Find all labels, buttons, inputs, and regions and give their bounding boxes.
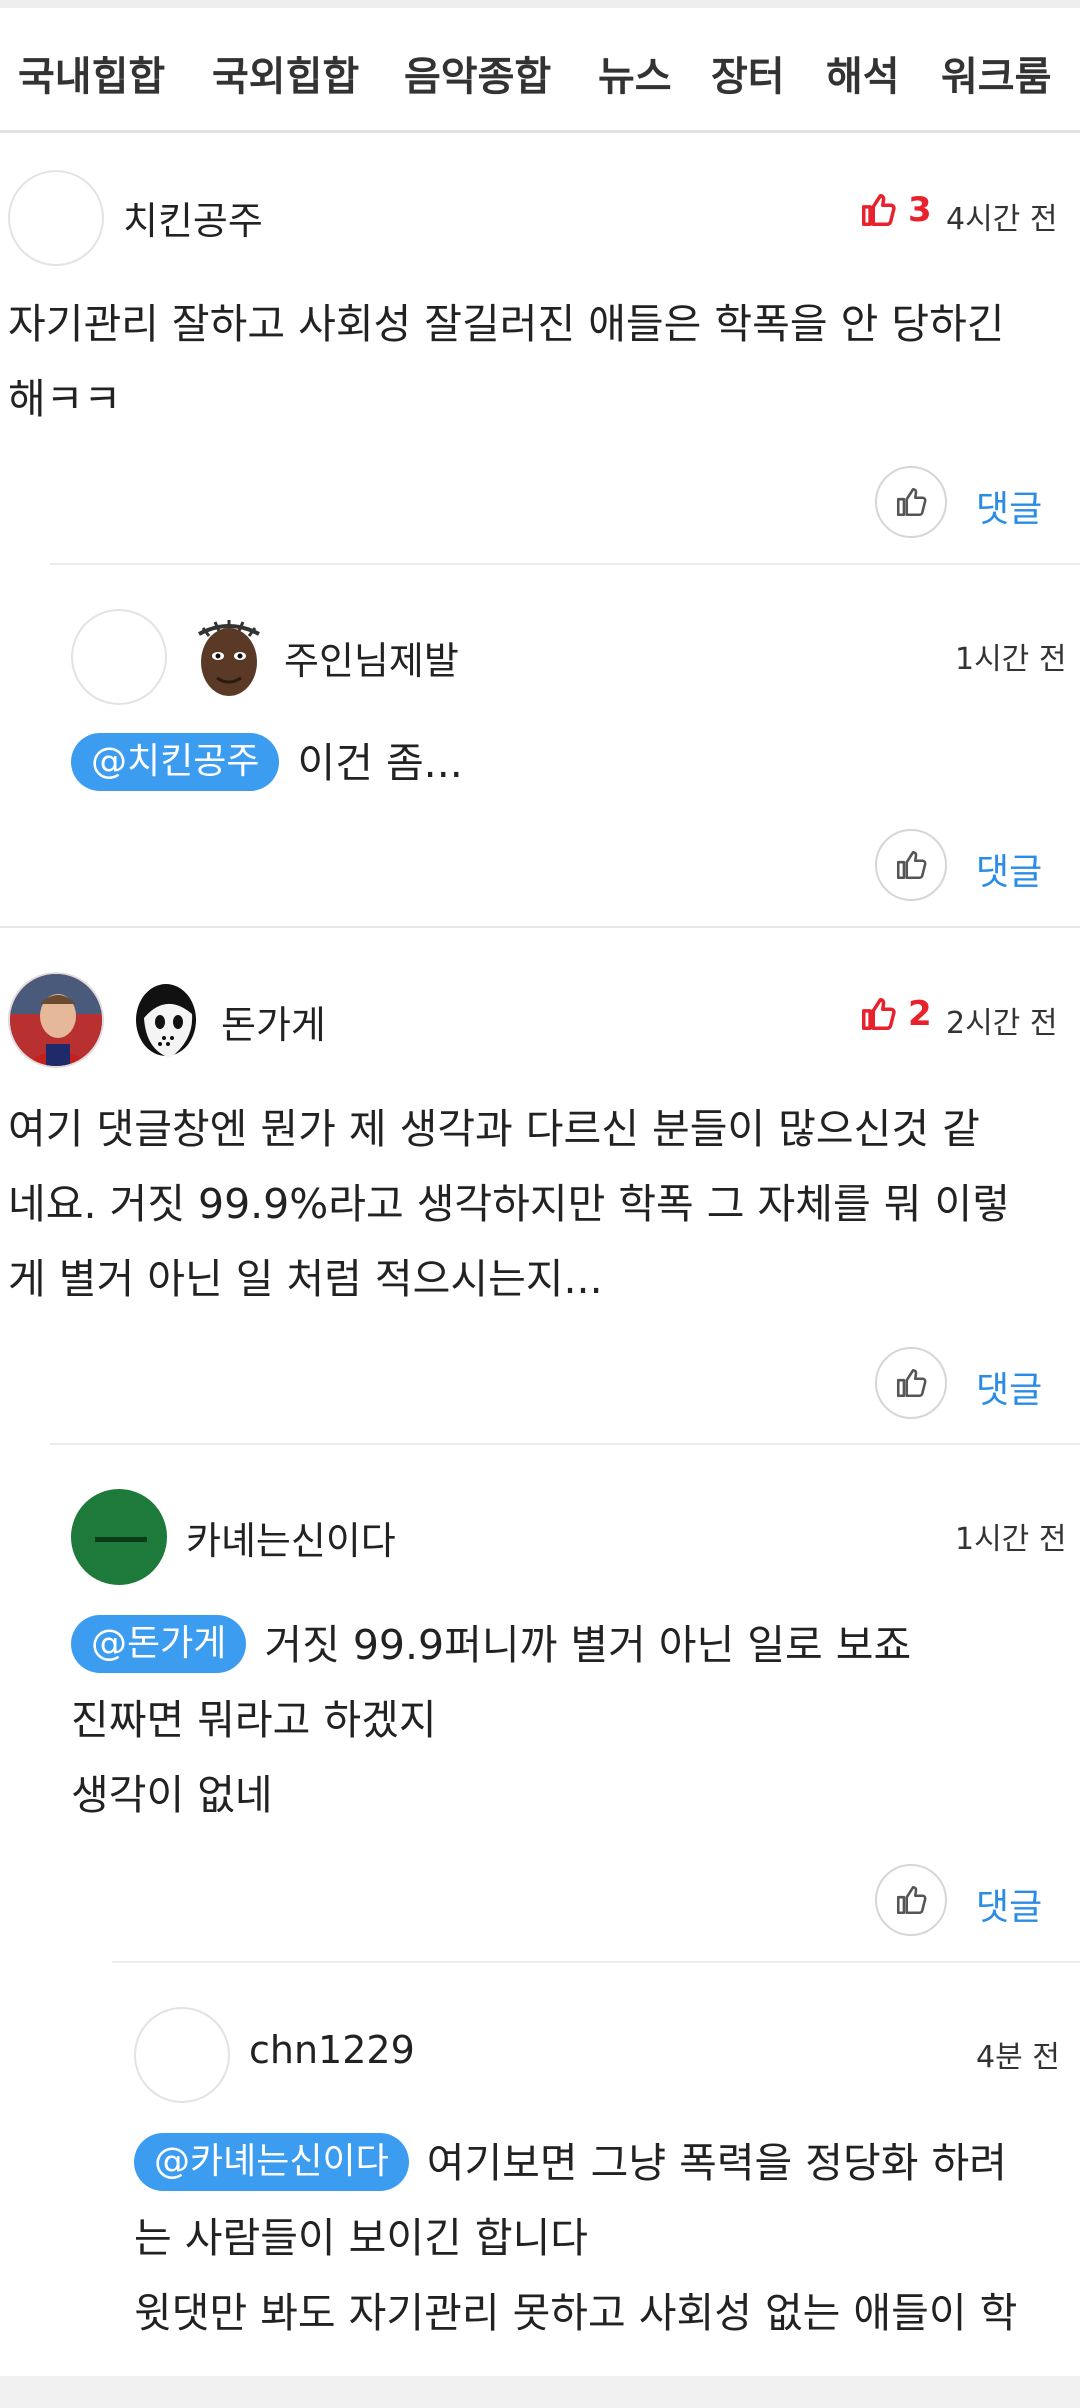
divider xyxy=(50,563,1080,565)
like-count-value: 2 xyxy=(908,994,932,1034)
comment-text-line: 여기 댓글창엔 뭔가 제 생각과 다르신 분들이 많으신것 같 xyxy=(8,1105,980,1153)
comment-text-line: 해ㅋㅋ xyxy=(8,375,122,423)
reply-button[interactable]: 댓글 xyxy=(976,1878,1042,1930)
comment-username[interactable]: 카녜는신이다 xyxy=(186,1510,396,1565)
comment-username[interactable]: chn1229 xyxy=(249,2028,415,2072)
comment-text-line: 게 별거 아닌 일 처럼 적으시는지... xyxy=(8,1255,603,1303)
avatar[interactable] xyxy=(71,609,167,705)
comment-username[interactable]: 주인님제발 xyxy=(284,630,459,685)
comment-text-line: 생각이 없네 xyxy=(71,1771,273,1819)
comment-time: 1시간 전 xyxy=(955,642,1067,677)
comment-username[interactable]: 돈가게 xyxy=(221,994,326,1049)
reply-button[interactable]: 댓글 xyxy=(976,843,1042,895)
avatar[interactable] xyxy=(8,170,104,266)
like-count-value: 3 xyxy=(908,190,932,230)
mention-tag[interactable]: @돈가게 xyxy=(71,1615,247,1673)
comment-text-line: 네요. 거짓 99.9%라고 생각하지만 학폭 그 자체를 뭐 이렇 xyxy=(8,1180,1010,1228)
reply-button[interactable]: 댓글 xyxy=(976,1361,1042,1413)
mention-tag[interactable]: @치킨공주 xyxy=(71,733,280,791)
divider xyxy=(0,926,1080,928)
reply-button[interactable]: 댓글 xyxy=(976,480,1042,532)
bottom-strip xyxy=(0,2376,1080,2408)
thumbs-up-icon xyxy=(896,850,927,880)
tab-foreign-hiphop[interactable]: 국외힙합 xyxy=(212,44,359,102)
comment-text-line: 거짓 99.9퍼니까 별거 아닌 일로 보죠 xyxy=(264,1621,912,1669)
top-tab-bar: 국내힙합 국외힙합 음악종합 뉴스 장터 해석 워크룸 xyxy=(0,0,1080,133)
divider xyxy=(112,1961,1080,1963)
divider xyxy=(50,1443,1080,1445)
tab-market[interactable]: 장터 xyxy=(711,44,785,102)
like-count: 3 xyxy=(858,190,932,230)
thumbs-up-icon xyxy=(862,998,896,1030)
tab-domestic-hiphop[interactable]: 국내힙합 xyxy=(18,44,165,102)
comment-text-line: 는 사람들이 보이긴 합니다 xyxy=(134,2214,589,2262)
mention-tag[interactable]: @카녜는신이다 xyxy=(134,2133,409,2191)
thumbs-up-icon xyxy=(896,1885,927,1915)
like-button[interactable] xyxy=(875,466,947,538)
comment-text-line: 윗댓만 봐도 자기관리 못하고 사회성 없는 애들이 학 xyxy=(134,2289,1018,2337)
like-button[interactable] xyxy=(875,829,947,901)
comment-text-line: 여기보면 그냥 폭력을 정당화 하려 xyxy=(426,2139,1007,2187)
avatar[interactable] xyxy=(8,972,104,1068)
thumbs-up-icon xyxy=(862,194,896,226)
comment-time: 4시간 전 xyxy=(946,202,1058,237)
comment-text-line: 이건 좀... xyxy=(297,739,463,787)
comment-body: 자기관리 잘하고 사회성 잘길러진 애들은 학폭을 안 당하긴 해ㅋㅋ xyxy=(8,287,1005,437)
avatar[interactable] xyxy=(71,1489,167,1585)
comment-username[interactable]: 치킨공주 xyxy=(123,190,263,245)
comment-time: 1시간 전 xyxy=(955,1522,1067,1557)
comment-body: 여기 댓글창엔 뭔가 제 생각과 다르신 분들이 많으신것 같 네요. 거짓 9… xyxy=(8,1092,1010,1317)
tab-translation[interactable]: 해석 xyxy=(826,44,900,102)
thumbs-up-icon xyxy=(896,1368,927,1398)
user-badge-icon xyxy=(130,978,202,1068)
comment-text-line: 자기관리 잘하고 사회성 잘길러진 애들은 학폭을 안 당하긴 xyxy=(8,300,1005,348)
thumbs-up-icon xyxy=(896,487,927,517)
comment-time: 4분 전 xyxy=(976,2040,1060,2075)
user-badge-icon xyxy=(193,612,265,702)
comment-body: @카녜는신이다 여기보면 그냥 폭력을 정당화 하려 는 사람들이 보이긴 합니다… xyxy=(134,2126,1017,2351)
tab-news[interactable]: 뉴스 xyxy=(598,44,672,102)
comment-time: 2시간 전 xyxy=(946,1006,1058,1041)
like-button[interactable] xyxy=(875,1864,947,1936)
comment-text-line: 진짜면 뭐라고 하겠지 xyxy=(71,1696,437,1744)
comment-body: @치킨공주 이건 좀... xyxy=(71,726,463,801)
like-count: 2 xyxy=(858,994,932,1034)
tab-workroom[interactable]: 워크룸 xyxy=(941,44,1051,102)
tab-music-general[interactable]: 음악종합 xyxy=(404,44,551,102)
comment-body: @돈가게 거짓 99.9퍼니까 별거 아닌 일로 보죠 진짜면 뭐라고 하겠지 생… xyxy=(71,1608,911,1833)
avatar[interactable] xyxy=(134,2007,230,2103)
like-button[interactable] xyxy=(875,1347,947,1419)
